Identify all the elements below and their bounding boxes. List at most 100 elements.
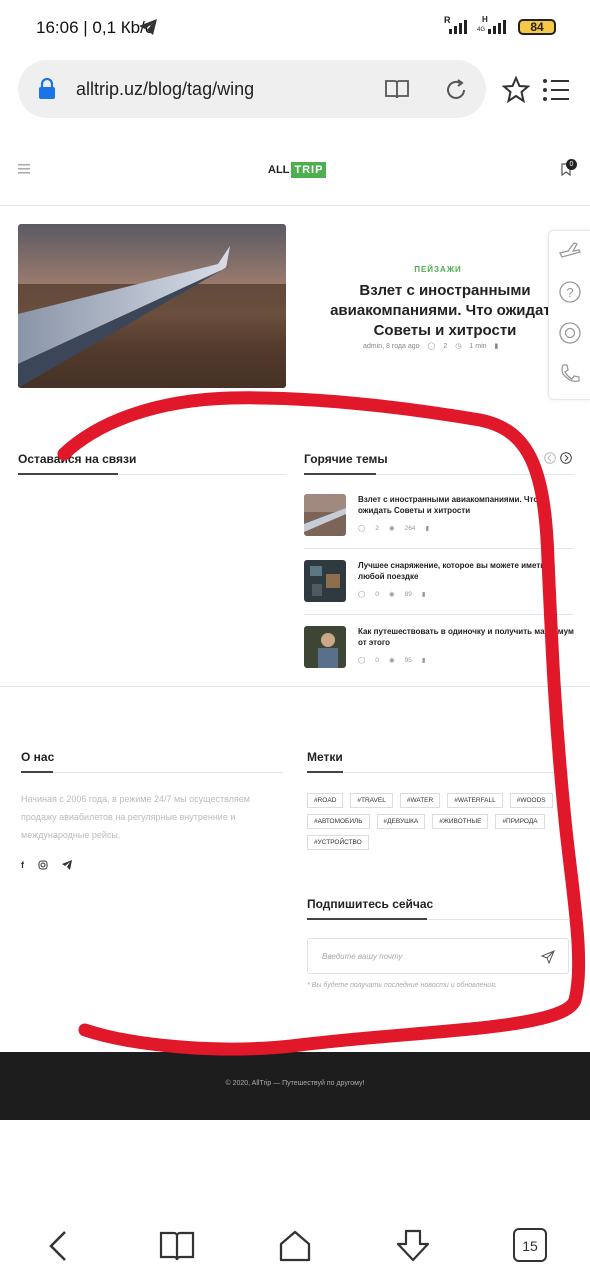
hot-topic-item[interactable]: Лучшее снаряжение, которое вы можете име… — [304, 560, 574, 610]
eye-icon: ◉ — [388, 657, 395, 664]
tag-link[interactable]: #WATERFALL — [447, 793, 503, 808]
tag-link[interactable]: #TRAVEL — [350, 793, 393, 808]
clock-icon: ◷ — [455, 343, 462, 350]
status-bar: 16:06 | 0,1 Кb/с R H 4G 84 — [0, 0, 590, 56]
featured-meta: admin, 8 года ago ◯ 2 ◷ 1 min ▮ — [363, 342, 499, 351]
post-meta: ◯ 2 ◉ 264 ▮ — [358, 524, 429, 533]
reload-icon[interactable] — [444, 78, 468, 102]
view-count: 89 — [404, 590, 412, 598]
status-time: 16:06 | 0,1 Кb/с — [36, 18, 154, 37]
tags-heading: Метки — [307, 750, 343, 764]
logo-all: ALL — [268, 164, 290, 176]
comment-count: 0 — [375, 590, 379, 598]
home-icon[interactable] — [277, 1228, 313, 1264]
post-meta: ◯ 0 ◉ 89 ▮ — [358, 590, 426, 599]
about-text: Начиная с 2006 года, в режиме 24/7 мы ос… — [21, 794, 250, 840]
facebook-icon[interactable]: f — [21, 860, 24, 870]
comment-icon: ◯ — [427, 343, 436, 350]
hamburger-icon[interactable] — [18, 164, 30, 174]
network-type-label: 4G — [477, 27, 486, 33]
post-thumbnail[interactable] — [304, 626, 346, 668]
featured-title[interactable]: Взлет с иностранными авиакомпаниями. Что… — [300, 281, 590, 341]
svg-text:?: ? — [566, 285, 573, 300]
sim2-label: H — [482, 15, 488, 24]
post-title[interactable]: Взлет с иностранными авиакомпаниями. Что… — [358, 494, 574, 516]
url-text[interactable]: alltrip.uz/blog/tag/wing — [76, 79, 254, 100]
telegram-icon[interactable] — [62, 860, 72, 870]
airplane-icon[interactable] — [558, 239, 582, 263]
divider — [307, 772, 569, 773]
browser-bottom-bar: 15 — [0, 1210, 590, 1280]
divider — [21, 772, 283, 773]
email-field[interactable]: Введите вашу почту — [307, 938, 569, 974]
bookmark-icon[interactable]: ▮ — [422, 590, 426, 598]
lifebuoy-icon[interactable] — [558, 321, 582, 345]
subscribe-heading: Подпишитесь сейчас — [307, 897, 434, 911]
tag-link[interactable]: #АВТОМОБИЛЬ — [307, 814, 370, 829]
eye-icon: ◉ — [388, 525, 395, 532]
hot-topic-item[interactable]: Как путешествовать в одиночку и получить… — [304, 626, 574, 676]
heading-underline — [304, 473, 376, 475]
divider — [304, 548, 574, 549]
bookmark-icon[interactable]: ▮ — [495, 342, 499, 350]
post-title[interactable]: Лучшее снаряжение, которое вы можете име… — [358, 560, 574, 582]
featured-post-image[interactable] — [18, 224, 286, 388]
tabs-button[interactable]: 15 — [513, 1228, 547, 1262]
lock-icon — [39, 78, 55, 99]
reader-mode-icon[interactable] — [384, 78, 410, 100]
featured-read-time: 1 min — [469, 342, 487, 350]
comment-count: 0 — [375, 656, 379, 664]
battery-icon: 84 — [518, 19, 556, 35]
star-icon[interactable] — [502, 76, 530, 103]
post-meta: ◯ 0 ◉ 95 ▮ — [358, 656, 426, 665]
prev-arrow-icon[interactable] — [544, 452, 556, 464]
help-icon[interactable]: ? — [558, 280, 582, 304]
comment-count: 2 — [375, 524, 379, 532]
tag-link[interactable]: #ДЕВУШКА — [376, 814, 426, 829]
signal-icon-2 — [488, 20, 506, 34]
address-bar[interactable]: alltrip.uz/blog/tag/wing — [18, 60, 486, 118]
logo-trip: TRIP — [291, 162, 327, 178]
post-title[interactable]: Как путешествовать в одиночку и получить… — [358, 626, 574, 648]
tag-link[interactable]: #WATER — [399, 793, 441, 808]
telegram-icon — [139, 19, 157, 35]
floating-sidebar: ? — [548, 230, 590, 400]
social-links: f — [21, 860, 72, 870]
divider — [304, 614, 574, 615]
site-footer: © 2020, AllTrip — Путешествуй по другому… — [0, 1052, 590, 1120]
instagram-icon[interactable] — [38, 860, 48, 870]
download-icon[interactable] — [395, 1228, 431, 1264]
bookmark-icon[interactable]: ▮ — [422, 656, 426, 664]
header-divider — [0, 205, 590, 206]
featured-author-time: admin, 8 года ago — [363, 342, 420, 350]
featured-comments: 2 — [443, 342, 448, 350]
comment-icon: ◯ — [358, 591, 366, 598]
tag-cloud: #ROAD #TRAVEL #WATER #WATERFALL #WOODS #… — [307, 793, 567, 850]
tag-link[interactable]: #WOODS — [509, 793, 553, 808]
featured-category[interactable]: ПЕЙЗАЖИ — [380, 265, 496, 274]
back-icon[interactable] — [42, 1228, 78, 1264]
tag-link[interactable]: #ROAD — [307, 793, 344, 808]
tag-link[interactable]: #УСТРОЙСТВО — [307, 835, 369, 850]
post-thumbnail[interactable] — [304, 494, 346, 536]
bookmarks-icon[interactable] — [159, 1228, 195, 1264]
next-arrow-icon[interactable] — [560, 452, 572, 464]
site-logo[interactable]: ALL TRIP — [268, 160, 327, 180]
heading-underline — [18, 473, 118, 475]
tag-link[interactable]: #ЖИВОТНЫЕ — [432, 814, 489, 829]
view-count: 95 — [404, 656, 412, 664]
tag-link[interactable]: #ПРИРОДА — [495, 814, 545, 829]
email-placeholder: Введите вашу почту — [322, 952, 403, 961]
menu-list-icon[interactable] — [542, 78, 570, 102]
heading-underline — [21, 771, 53, 773]
phone-icon[interactable] — [558, 362, 582, 386]
hot-topics-heading: Горячие темы — [304, 452, 388, 466]
comment-icon: ◯ — [358, 657, 366, 664]
copyright-text: © 2020, AllTrip — Путешествуй по другому… — [225, 1080, 365, 1087]
comment-icon: ◯ — [358, 525, 366, 532]
post-thumbnail[interactable] — [304, 560, 346, 602]
about-heading: О нас — [21, 750, 55, 764]
send-icon[interactable] — [541, 950, 555, 964]
hot-topic-item[interactable]: Взлет с иностранными авиакомпаниями. Что… — [304, 494, 574, 544]
bookmark-icon[interactable]: ▮ — [425, 524, 429, 532]
